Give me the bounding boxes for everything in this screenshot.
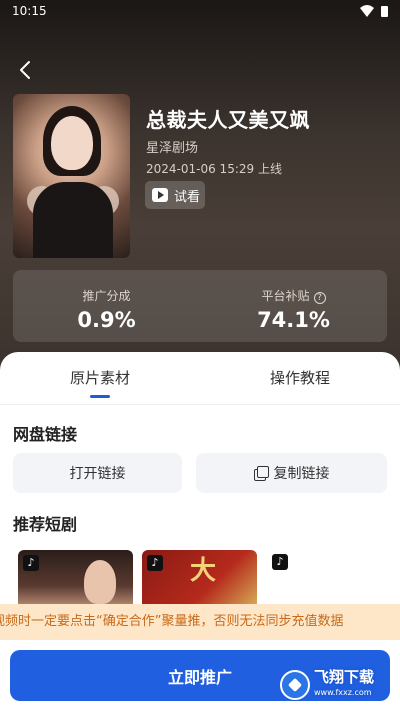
site-watermark: 飞翔下载 www.fxxz.com (280, 667, 392, 703)
battery-icon (381, 6, 388, 17)
help-icon[interactable]: ? (313, 292, 326, 304)
tab-tutorial[interactable]: 操作教程 (200, 367, 400, 388)
trial-button[interactable]: 试看 (145, 181, 205, 209)
back-icon[interactable] (14, 58, 38, 82)
open-link-label: 打开链接 (69, 466, 126, 482)
share-stat: 推广分成 0.9% (13, 270, 200, 342)
copy-icon (253, 466, 269, 481)
watermark-sub: www.fxxz.com (314, 688, 372, 697)
notice-banner: 视频时一定要点击“确定合作”聚量推，否则无法同步充值数据 (0, 604, 400, 640)
divider (0, 404, 400, 405)
subsidy-label: 平台补贴 (261, 289, 310, 303)
notice-text: 视频时一定要点击“确定合作”聚量推，否则无法同步充值数据 (0, 614, 344, 629)
drama-poster[interactable] (13, 94, 130, 258)
status-bar: 10:15 (0, 0, 400, 24)
subsidy-stat: 平台补贴? 74.1% (200, 270, 387, 342)
thumb2-title-char: 大 (190, 556, 217, 586)
drama-studio: 星泽剧场 (146, 141, 199, 156)
stats-panel: 推广分成 0.9% 平台补贴? 74.1% (13, 270, 387, 342)
promote-now-label: 立即推广 (167, 667, 232, 687)
subsidy-value: 74.1% (257, 308, 330, 332)
share-label: 推广分成 (82, 289, 131, 303)
tab-original-material[interactable]: 原片素材 (0, 367, 200, 388)
share-value: 0.9% (77, 308, 136, 332)
publish-time: 2024-01-06 15:29 上线 (146, 162, 282, 176)
watermark-logo-icon (280, 670, 310, 700)
recommend-thumb-2[interactable]: 大 ♪ (142, 550, 257, 610)
tiktok-icon: ♪ (147, 555, 163, 571)
copy-link-button[interactable]: 复制链接 (196, 453, 387, 493)
play-icon (152, 188, 168, 202)
status-time: 10:15 (12, 4, 47, 18)
copy-link-label: 复制链接 (273, 466, 330, 482)
netdisk-title: 网盘链接 (13, 425, 78, 444)
watermark-text: 飞翔下载 (314, 668, 375, 686)
tab-bar: 原片素材 操作教程 (0, 352, 400, 404)
wifi-icon (360, 5, 374, 17)
trial-label: 试看 (174, 189, 201, 205)
recommend-title: 推荐短剧 (13, 515, 78, 534)
open-link-button[interactable]: 打开链接 (13, 453, 182, 493)
tiktok-icon: ♪ (272, 554, 288, 570)
tiktok-icon: ♪ (23, 555, 39, 571)
drama-title: 总裁夫人又美又飒 (146, 108, 310, 132)
recommend-thumb-1[interactable]: ♪ (18, 550, 133, 610)
active-tab-indicator (90, 395, 110, 398)
